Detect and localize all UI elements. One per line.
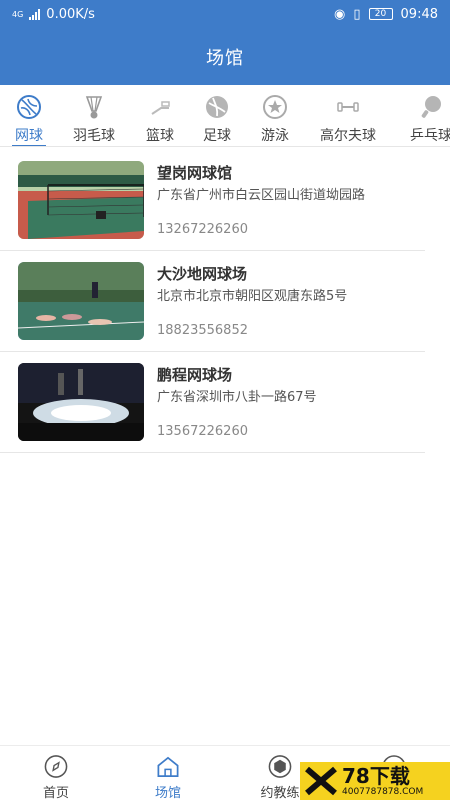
x-logo-icon [300,762,342,800]
hexagon-icon [268,755,292,778]
category-tabs: 网球 羽毛球 篮球 足球 游泳 高尔夫球 乒乓球 [0,85,450,147]
venue-phone: 18823556852 [157,323,248,338]
watermark-url: 4007787878.COM [342,786,424,797]
nav-venues[interactable]: 场馆 [128,746,208,800]
home-icon [157,756,179,777]
table-tennis-icon [421,96,441,118]
venue-name: 望岗网球馆 [157,164,233,182]
app-header: 4G 0.00K/s ◉ ▯ 20 09:48 场馆 [0,0,450,85]
tab-tennis[interactable]: 网球 [12,85,46,146]
venue-card[interactable]: 大沙地网球场 北京市北京市朝阳区观唐东路5号 18823556852 [0,251,425,352]
signal-icon [29,8,41,20]
venue-address: 北京市北京市朝阳区观唐东路5号 [157,289,348,304]
tab-label: 游泳 [261,128,289,144]
venue-photo [18,363,144,441]
vibrate-icon: ▯ [353,6,361,22]
venue-name: 大沙地网球场 [157,265,248,283]
tab-table-tennis[interactable]: 乒乓球 [406,85,450,146]
tab-label: 足球 [203,128,231,144]
tab-basketball[interactable]: 篮球 [143,85,177,146]
badminton-icon [85,96,103,119]
network-type: 4G [12,9,24,19]
tab-badminton[interactable]: 羽毛球 [70,85,118,146]
site-watermark: 78下载 4007787878.COM [300,762,450,800]
venue-photo [18,161,144,239]
tab-label: 乒乓球 [410,128,450,144]
nav-label: 场馆 [154,786,181,800]
compass-icon [44,755,68,778]
venue-card[interactable]: 望岗网球馆 广东省广州市白云区园山街道坳园路 13267226260 [0,150,425,251]
venue-phone: 13267226260 [157,222,248,237]
venue-address: 广东省深圳市八卦一路67号 [157,390,317,405]
clock: 09:48 [400,6,438,22]
tab-golf[interactable]: 高尔夫球 [316,85,380,146]
watermark-title: 78下载 [342,763,410,788]
venue-card[interactable]: 鹏程网球场 广东省深圳市八卦一路67号 13567226260 [0,352,425,453]
venue-phone: 13567226260 [157,424,248,439]
football-icon [206,96,228,118]
tab-label: 羽毛球 [73,128,115,144]
tab-label: 篮球 [146,128,174,144]
battery-icon: 20 [368,8,393,20]
tab-swimming[interactable]: 游泳 [258,85,292,146]
golf-icon [337,102,359,112]
tab-label: 网球 [15,128,43,144]
venue-name: 鹏程网球场 [157,366,233,384]
status-bar: 4G 0.00K/s ◉ ▯ 20 09:48 [0,0,450,28]
tab-label: 高尔夫球 [320,128,376,144]
battery-level: 20 [374,9,387,19]
venue-address: 广东省广州市白云区园山街道坳园路 [157,188,366,203]
swimming-icon [263,95,287,119]
network-speed: 0.00K/s [46,6,95,22]
page-title: 场馆 [206,48,244,69]
eye-icon: ◉ [334,6,346,22]
tab-football[interactable]: 足球 [200,85,234,146]
nav-label: 约教练 [260,786,300,800]
nav-home[interactable]: 首页 [16,746,96,800]
basketball-icon [151,101,170,115]
tennis-icon [17,95,41,119]
nav-label: 首页 [42,786,69,800]
venue-photo [18,262,144,340]
